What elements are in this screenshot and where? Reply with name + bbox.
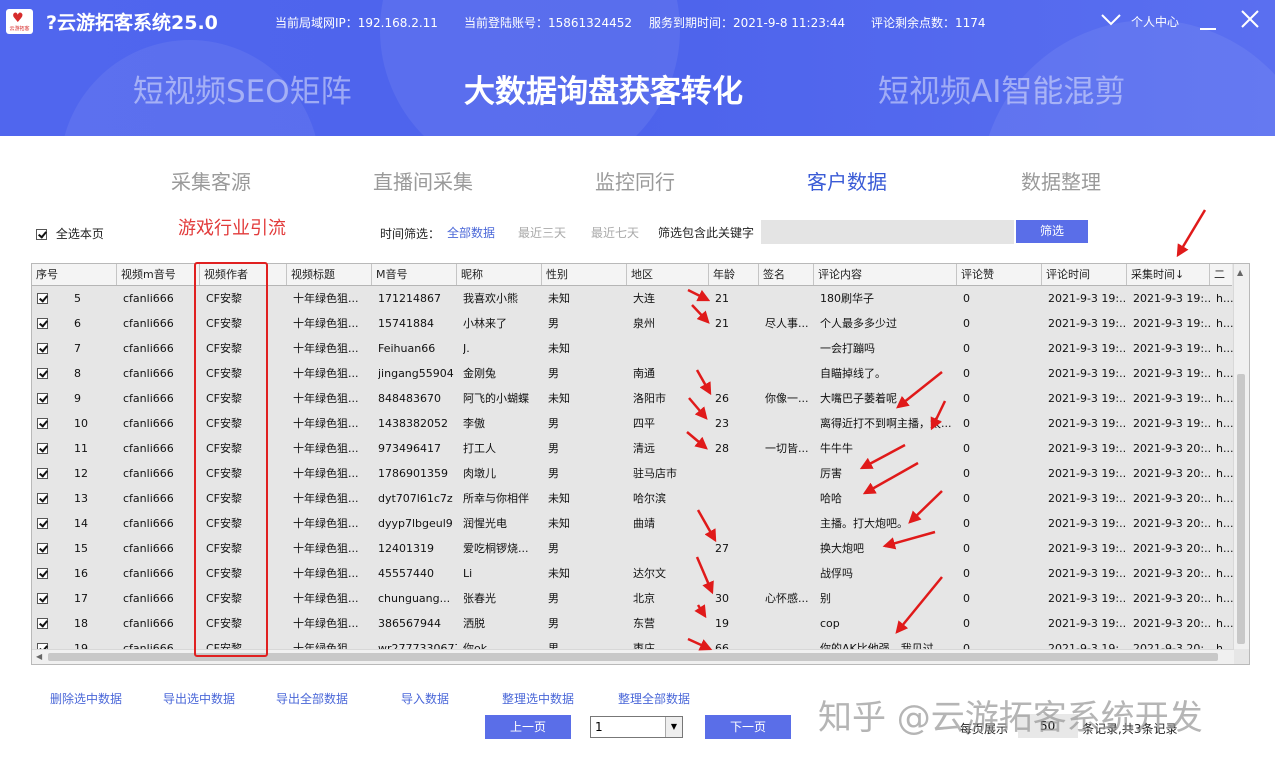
export-selected-link[interactable]: 导出选中数据 xyxy=(163,690,235,707)
annotation-arrows xyxy=(686,209,1207,651)
prev-page-button[interactable]: 上一页 xyxy=(485,715,571,739)
organize-selected-link[interactable]: 整理选中数据 xyxy=(502,690,574,707)
next-page-button[interactable]: 下一页 xyxy=(705,715,791,739)
export-all-link[interactable]: 导出全部数据 xyxy=(276,690,348,707)
import-data-link[interactable]: 导入数据 xyxy=(401,690,449,707)
delete-selected-link[interactable]: 删除选中数据 xyxy=(50,690,122,707)
chevron-down-icon[interactable]: ▼ xyxy=(665,717,682,737)
page-select-value: 1 xyxy=(595,720,603,734)
page-select[interactable]: 1 ▼ xyxy=(590,716,683,738)
organize-all-link[interactable]: 整理全部数据 xyxy=(618,690,690,707)
arrow-icon xyxy=(686,209,1207,651)
watermark: 知乎 @云游拓客系统开发 xyxy=(818,698,1203,738)
